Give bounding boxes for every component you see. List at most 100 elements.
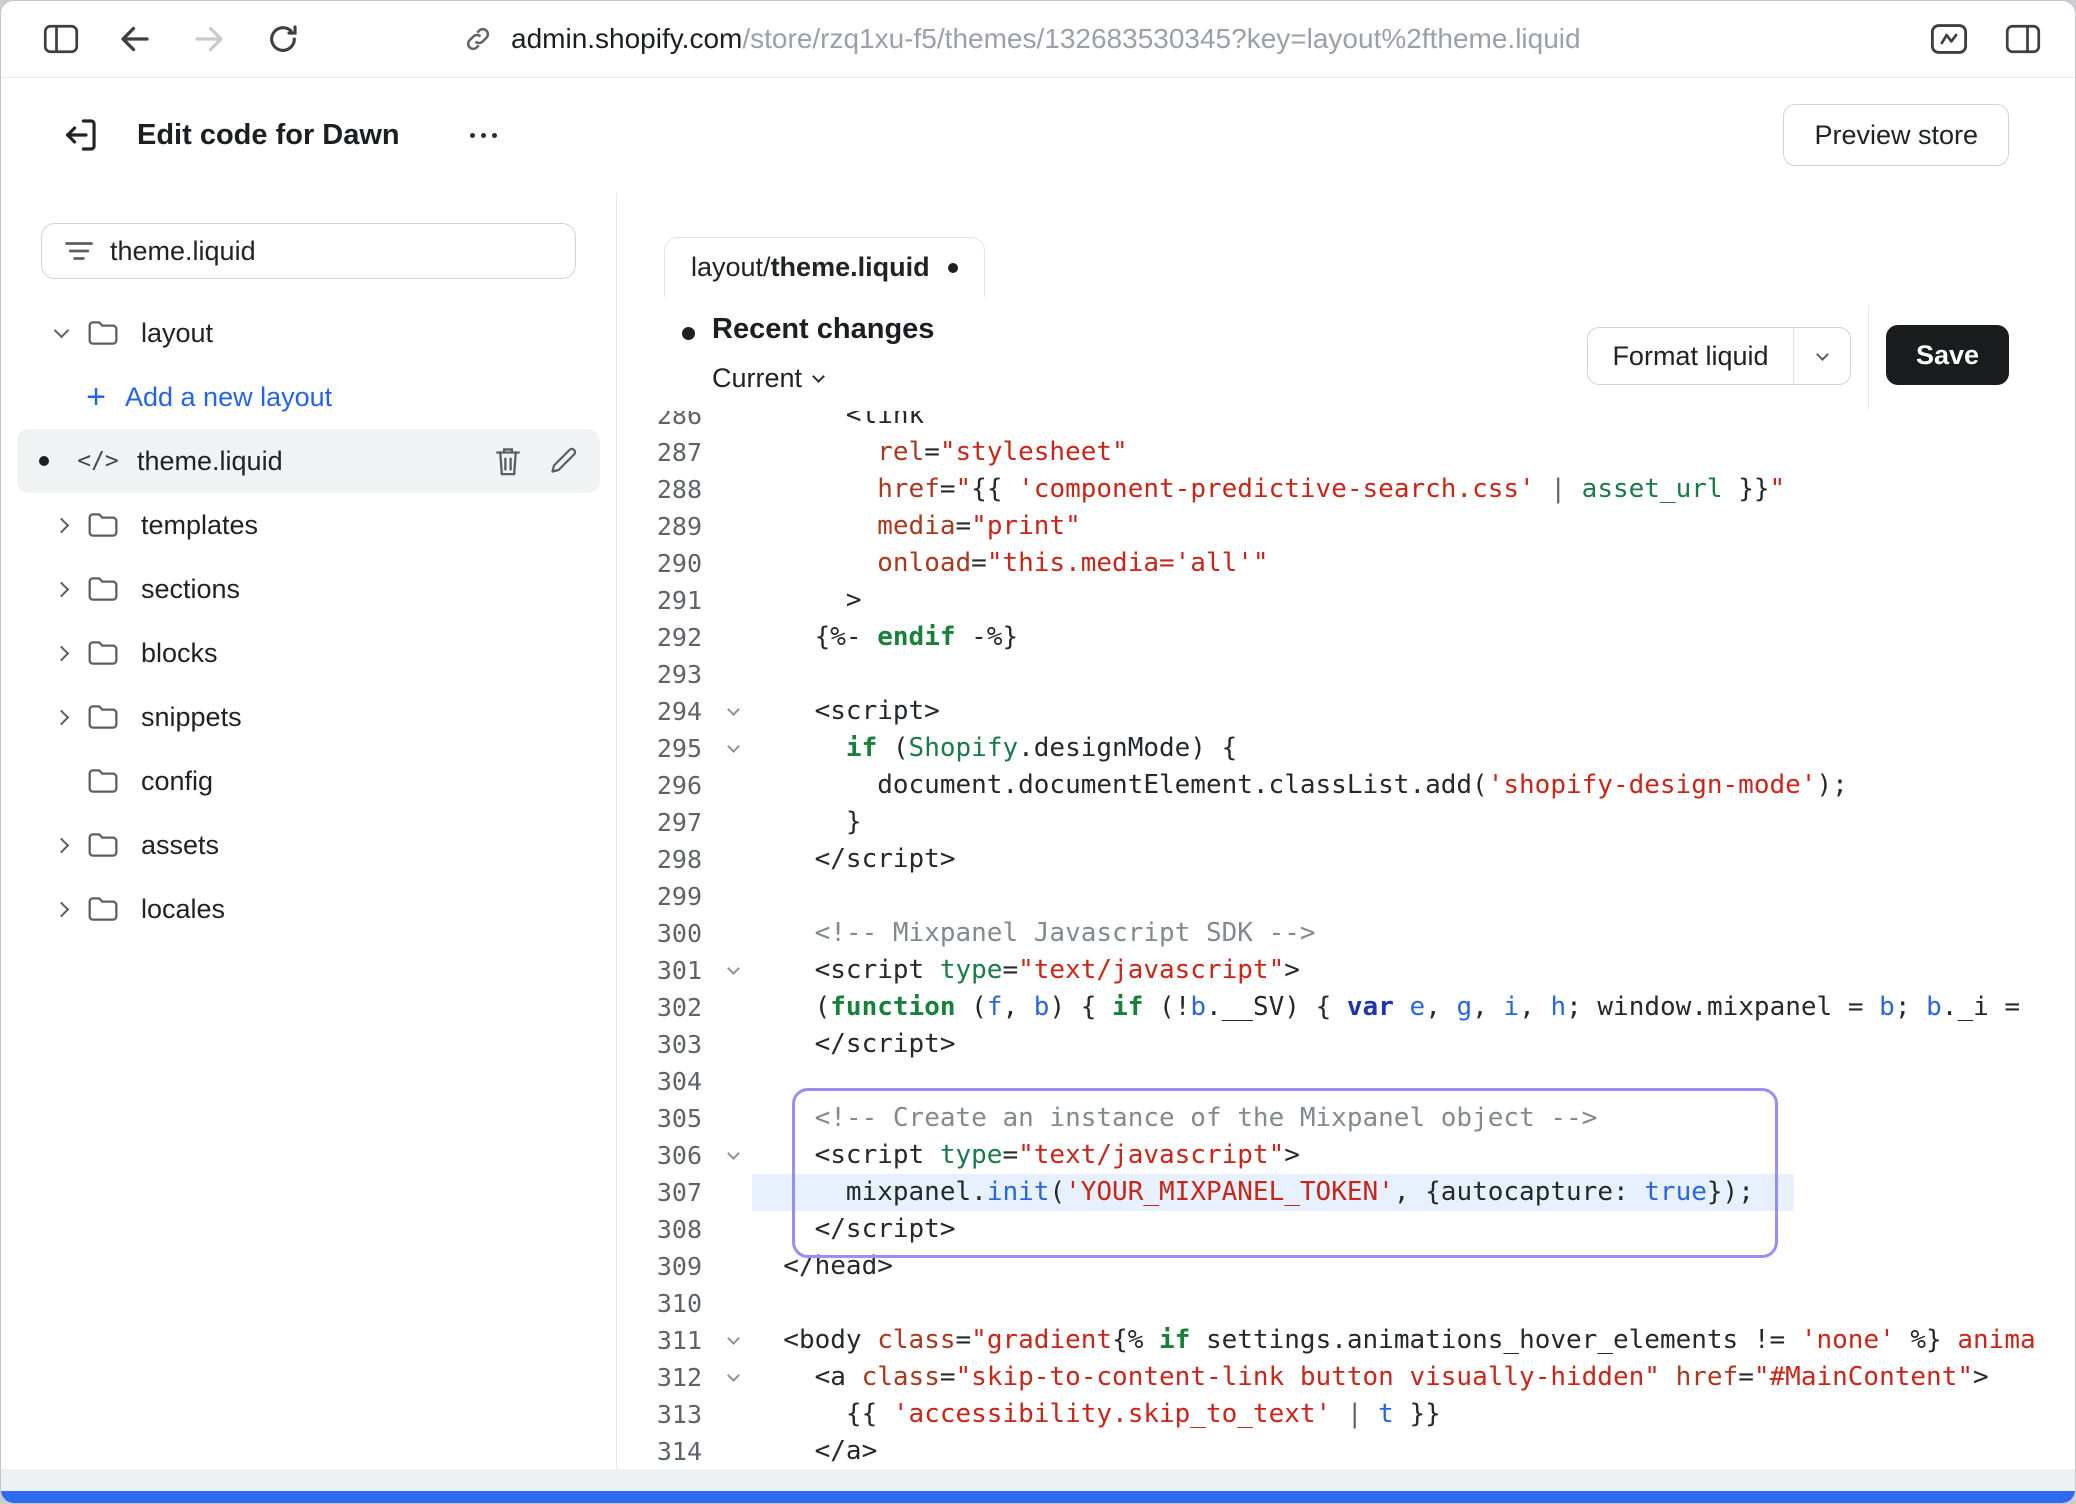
back-icon[interactable] xyxy=(111,15,159,63)
code-text[interactable] xyxy=(752,878,2075,915)
code-line: 288 href="{{ 'component-predictive-searc… xyxy=(618,471,2075,508)
code-text[interactable]: > xyxy=(752,582,2075,619)
fold-chevron-icon[interactable] xyxy=(714,1137,752,1174)
fold-chevron-icon[interactable] xyxy=(714,730,752,767)
sidebar-item-theme-liquid[interactable]: </>theme.liquid xyxy=(17,429,600,493)
line-number: 287 xyxy=(618,434,714,471)
code-text[interactable]: </head> xyxy=(752,1248,2075,1285)
fold-gutter xyxy=(714,1248,752,1285)
fold-gutter xyxy=(714,1100,752,1137)
split-view-icon[interactable] xyxy=(1999,15,2047,63)
fold-chevron-icon[interactable] xyxy=(714,1322,752,1359)
code-line: 290 onload="this.media='all'" xyxy=(618,545,2075,582)
code-text[interactable]: if (Shopify.designMode) { xyxy=(752,730,2075,767)
tab-strip: layout/theme.liquid xyxy=(618,193,2075,297)
chevron-down-icon xyxy=(1816,348,1829,361)
line-number: 286 xyxy=(618,411,714,434)
fold-chevron-icon[interactable] xyxy=(714,693,752,730)
code-lines: 286 <link 287 rel="stylesheet"288 href="{… xyxy=(618,411,2075,1469)
chevron-right-icon[interactable] xyxy=(45,840,77,851)
sidebar-item-label: snippets xyxy=(141,702,242,733)
save-button[interactable]: Save xyxy=(1886,325,2009,385)
code-text[interactable]: <body class="gradient{% if settings.anim… xyxy=(752,1322,2075,1359)
format-liquid-button[interactable]: Format liquid xyxy=(1587,327,1851,385)
tab-theme-liquid[interactable]: layout/theme.liquid xyxy=(664,237,985,297)
code-text[interactable] xyxy=(752,656,2075,693)
sidebar-toggle-icon[interactable] xyxy=(37,15,85,63)
code-text[interactable]: <a class="skip-to-content-link button vi… xyxy=(752,1359,2075,1396)
code-text[interactable]: </a> xyxy=(752,1433,2075,1469)
code-text[interactable]: mixpanel.init('YOUR_MIXPANEL_TOKEN', {au… xyxy=(752,1174,2075,1211)
code-text[interactable]: href="{{ 'component-predictive-search.cs… xyxy=(752,471,2075,508)
chevron-right-icon[interactable] xyxy=(45,520,77,531)
fold-chevron-icon[interactable] xyxy=(714,1359,752,1396)
more-menu-icon[interactable] xyxy=(460,123,507,148)
sidebar-item-layout[interactable]: layout xyxy=(17,301,600,365)
sidebar-item-locales[interactable]: locales xyxy=(17,877,600,941)
address-bar[interactable]: admin.shopify.com/store/rzq1xu-f5/themes… xyxy=(463,23,1925,55)
code-text[interactable]: rel="stylesheet" xyxy=(752,434,2075,471)
search-input[interactable] xyxy=(110,236,575,267)
code-text[interactable]: media="print" xyxy=(752,508,2075,545)
folder-icon xyxy=(79,575,127,603)
code-line: 303 </script> xyxy=(618,1026,2075,1063)
code-editor-panel: layout/theme.liquid Recent changes Curre… xyxy=(618,193,2075,1469)
chevron-right-icon[interactable] xyxy=(45,712,77,723)
code-text[interactable]: </script> xyxy=(752,1211,2075,1248)
code-text[interactable]: document.documentElement.classList.add('… xyxy=(752,767,2075,804)
code-area[interactable]: 286 <link 287 rel="stylesheet"288 href="{… xyxy=(618,411,2075,1469)
sidebar-item-assets[interactable]: assets xyxy=(17,813,600,877)
format-options-chevron[interactable] xyxy=(1794,354,1850,359)
editor-toolbar: Recent changes Current Format liquid Sav… xyxy=(618,297,2075,411)
rename-icon[interactable] xyxy=(548,446,578,476)
sidebar-item-label: theme.liquid xyxy=(137,446,283,477)
code-text[interactable]: <!-- Mixpanel Javascript SDK --> xyxy=(752,915,2075,952)
link-icon xyxy=(463,24,493,54)
line-number: 299 xyxy=(618,878,714,915)
chevron-right-icon[interactable] xyxy=(45,648,77,659)
folder-icon xyxy=(79,895,127,923)
fold-gutter xyxy=(714,767,752,804)
sidebar-item-blocks[interactable]: blocks xyxy=(17,621,600,685)
sidebar-item-sections[interactable]: sections xyxy=(17,557,600,621)
forward-icon[interactable] xyxy=(185,15,233,63)
code-text[interactable]: {%- endif -%} xyxy=(752,619,2075,656)
line-number: 295 xyxy=(618,730,714,767)
version-dropdown[interactable]: Current xyxy=(712,363,823,394)
line-number: 313 xyxy=(618,1396,714,1433)
sidebar-item-label: sections xyxy=(141,574,240,605)
code-text[interactable]: </script> xyxy=(752,1026,2075,1063)
code-line: 308 </script> xyxy=(618,1211,2075,1248)
code-text[interactable] xyxy=(752,1063,2075,1100)
chevron-right-icon[interactable] xyxy=(45,584,77,595)
file-search[interactable] xyxy=(41,223,576,279)
code-text[interactable]: <script> xyxy=(752,693,2075,730)
code-text[interactable]: <link xyxy=(752,411,2075,434)
exit-icon[interactable] xyxy=(55,111,103,159)
version-label: Current xyxy=(712,363,802,394)
code-text[interactable]: <!-- Create an instance of the Mixpanel … xyxy=(752,1100,2075,1137)
code-text[interactable] xyxy=(752,1285,2075,1322)
code-line: 306 <script type="text/javascript"> xyxy=(618,1137,2075,1174)
code-text[interactable]: <script type="text/javascript"> xyxy=(752,952,2075,989)
sidebar-item-config[interactable]: config xyxy=(17,749,600,813)
fold-gutter xyxy=(714,841,752,878)
chevron-right-icon[interactable] xyxy=(45,904,77,915)
code-text[interactable]: <script type="text/javascript"> xyxy=(752,1137,2075,1174)
delete-icon[interactable] xyxy=(492,444,524,478)
preview-store-button[interactable]: Preview store xyxy=(1783,104,2009,166)
code-text[interactable]: </script> xyxy=(752,841,2075,878)
chevron-down-icon[interactable] xyxy=(45,330,77,336)
reload-icon[interactable] xyxy=(259,15,307,63)
line-number: 307 xyxy=(618,1174,714,1211)
code-text[interactable]: (function (f, b) { if (!b.__SV) { var e,… xyxy=(752,989,2075,1026)
code-text[interactable]: } xyxy=(752,804,2075,841)
sidebar-item-templates[interactable]: templates xyxy=(17,493,600,557)
sidebar-item-add-a-new-layout[interactable]: +Add a new layout xyxy=(17,365,600,429)
fold-chevron-icon[interactable] xyxy=(714,952,752,989)
browser-extension-icon[interactable] xyxy=(1925,15,1973,63)
fold-gutter xyxy=(714,434,752,471)
code-text[interactable]: {{ 'accessibility.skip_to_text' | t }} xyxy=(752,1396,2075,1433)
code-text[interactable]: onload="this.media='all'" xyxy=(752,545,2075,582)
sidebar-item-snippets[interactable]: snippets xyxy=(17,685,600,749)
